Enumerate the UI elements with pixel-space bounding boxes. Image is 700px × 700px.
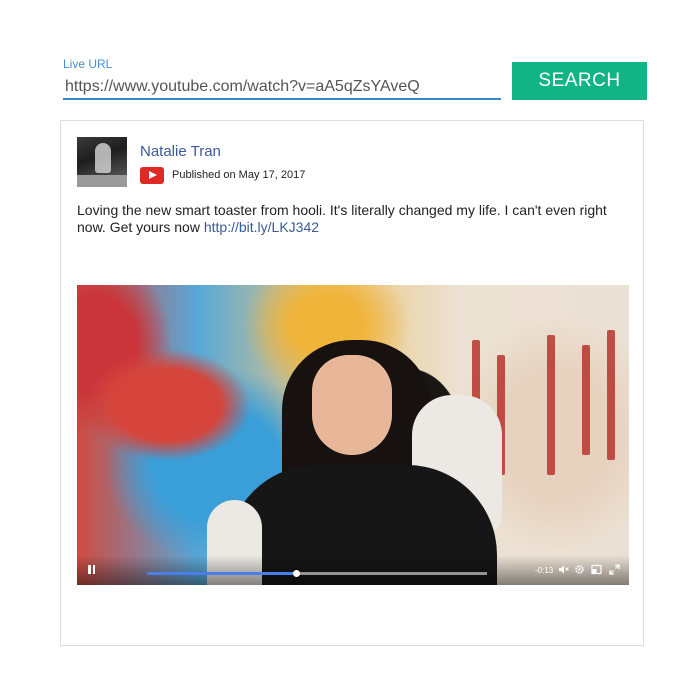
mute-icon[interactable] xyxy=(558,564,569,575)
popout-icon[interactable] xyxy=(591,564,602,575)
post-text: Loving the new smart toaster from hooli.… xyxy=(77,202,629,236)
video-player[interactable]: -0:13 xyxy=(77,285,629,585)
progress-fill xyxy=(147,572,297,575)
url-label: Live URL xyxy=(63,57,113,71)
published-date: Published on May 17, 2017 xyxy=(172,169,306,181)
author-name[interactable]: Natalie Tran xyxy=(140,143,221,160)
time-remaining: -0:13 xyxy=(535,566,554,575)
post-card: Natalie Tran Published on May 17, 2017 L… xyxy=(60,120,644,646)
search-button[interactable]: SEARCH xyxy=(512,62,647,100)
progress-bar[interactable] xyxy=(147,570,487,577)
url-input[interactable] xyxy=(63,76,501,100)
progress-knob[interactable] xyxy=(293,570,301,577)
avatar[interactable] xyxy=(77,137,127,187)
post-link[interactable]: http://bit.ly/LKJ342 xyxy=(204,219,319,235)
settings-icon[interactable] xyxy=(574,564,585,575)
player-controls: -0:13 xyxy=(77,555,629,585)
youtube-icon xyxy=(140,167,164,184)
pause-icon[interactable] xyxy=(88,565,96,575)
post-body: Loving the new smart toaster from hooli.… xyxy=(77,202,607,235)
fullscreen-icon[interactable] xyxy=(609,564,620,575)
